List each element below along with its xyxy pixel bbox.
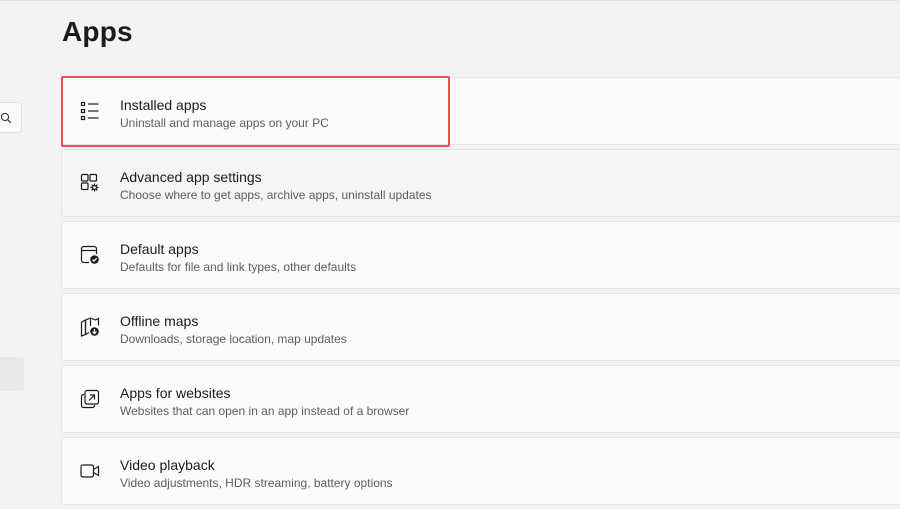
advanced-app-settings-card[interactable]: Advanced app settings Choose where to ge… bbox=[61, 149, 900, 217]
offline-maps-card[interactable]: Offline maps Downloads, storage location… bbox=[61, 293, 900, 361]
card-subtitle: Video adjustments, HDR streaming, batter… bbox=[120, 476, 393, 490]
video-playback-card[interactable]: Video playback Video adjustments, HDR st… bbox=[61, 437, 900, 505]
settings-list: Installed apps Uninstall and manage apps… bbox=[61, 77, 900, 509]
list-icon bbox=[80, 101, 100, 121]
map-download-icon bbox=[80, 317, 100, 337]
card-title: Advanced app settings bbox=[120, 169, 262, 185]
search-icon bbox=[0, 111, 13, 129]
window-top-border bbox=[0, 0, 900, 1]
search-box[interactable] bbox=[0, 102, 22, 133]
card-subtitle: Uninstall and manage apps on your PC bbox=[120, 116, 329, 130]
card-title: Offline maps bbox=[120, 313, 199, 329]
installed-apps-card[interactable]: Installed apps Uninstall and manage apps… bbox=[61, 77, 900, 145]
open-in-app-icon bbox=[80, 389, 100, 409]
apps-for-websites-card[interactable]: Apps for websites Websites that can open… bbox=[61, 365, 900, 433]
card-subtitle: Defaults for file and link types, other … bbox=[120, 260, 357, 274]
default-apps-card[interactable]: Default apps Defaults for file and link … bbox=[61, 221, 900, 289]
video-camera-icon bbox=[80, 461, 100, 481]
page-title: Apps bbox=[62, 16, 133, 47]
navigation-pane-edge bbox=[0, 0, 24, 506]
card-title: Default apps bbox=[120, 241, 199, 257]
card-title: Installed apps bbox=[120, 97, 207, 113]
default-apps-icon bbox=[80, 245, 100, 265]
card-title: Video playback bbox=[120, 457, 215, 473]
card-title: Apps for websites bbox=[120, 385, 231, 401]
card-subtitle: Websites that can open in an app instead… bbox=[120, 404, 410, 418]
app-settings-icon bbox=[80, 173, 100, 193]
card-subtitle: Choose where to get apps, archive apps, … bbox=[120, 188, 432, 202]
card-subtitle: Downloads, storage location, map updates bbox=[120, 332, 347, 346]
nav-item-apps-selected[interactable] bbox=[0, 357, 24, 391]
